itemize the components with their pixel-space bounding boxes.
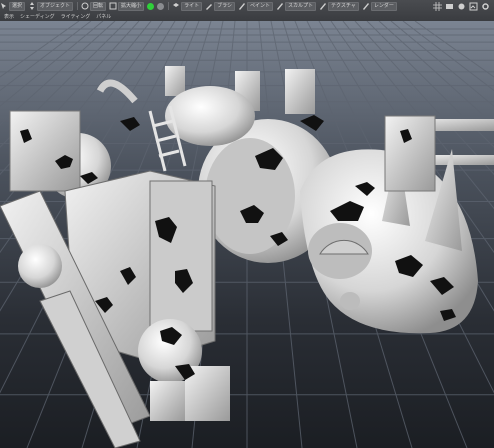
menu-panels-label: パネル [96, 13, 112, 20]
tool-rotate-label: 回転 [90, 1, 107, 11]
menu-panels-button[interactable]: パネル [96, 12, 114, 21]
layer-icon [173, 3, 180, 7]
settings-icon[interactable] [481, 2, 490, 11]
main-toolbar: 選択 オブジェクト 回転 拡大縮小 ライト ブラシ ペイント スカルプト テクス… [0, 0, 494, 22]
toolbar-divider [168, 2, 170, 10]
render-icon[interactable] [469, 2, 478, 11]
tool-render-button[interactable]: レンダー [362, 1, 397, 11]
status-indicator-icon[interactable] [157, 2, 165, 10]
scale-tool-icon [109, 2, 117, 10]
brush-icon [206, 4, 213, 10]
menu-shading-button[interactable]: シェーディング [20, 12, 58, 21]
rotate-tool-icon [81, 2, 89, 10]
toolbar-divider [77, 2, 79, 10]
tool-sculpt-label: スカルプト [285, 1, 317, 11]
menu-view-label: 表示 [4, 13, 15, 20]
tool-render-label: レンダー [370, 1, 397, 11]
tool-move-label: オブジェクト [37, 1, 74, 11]
select-tool-icon [1, 3, 6, 9]
menu-view-button[interactable]: 表示 [4, 12, 17, 21]
pen-icon [320, 3, 327, 10]
tool-brush-button[interactable]: ブラシ [205, 1, 235, 11]
toolbar-row-1: 選択 オブジェクト 回転 拡大縮小 ライト ブラシ ペイント スカルプト テクス… [0, 1, 494, 11]
tool-select-button[interactable]: 選択 [0, 1, 26, 11]
tool-select-label: 選択 [9, 1, 26, 11]
tool-scale-label: 拡大縮小 [118, 1, 145, 11]
tool-brush-label: ブラシ [214, 1, 235, 11]
move-tool-icon [30, 2, 35, 10]
toolbar-row-2: 表示 シェーディング ライティング パネル [0, 11, 494, 21]
pen-icon [238, 3, 245, 10]
menu-shading-label: シェーディング [20, 13, 55, 20]
light-icon[interactable] [457, 2, 466, 11]
tool-sculpt-button[interactable]: スカルプト [276, 1, 317, 11]
viewport-canvas[interactable] [0, 21, 494, 448]
tool-paint-label: ペイント [246, 1, 273, 11]
menu-lighting-button[interactable]: ライティング [61, 12, 94, 21]
tool-texture-label: テクスチャ [328, 1, 359, 11]
tool-scale-button[interactable]: 拡大縮小 [109, 1, 145, 11]
tool-texture-button[interactable]: テクスチャ [319, 1, 359, 11]
tool-move-button[interactable]: オブジェクト [28, 1, 74, 11]
tool-light-button[interactable]: ライト [172, 1, 203, 11]
tool-rotate-button[interactable]: 回転 [81, 1, 107, 11]
menu-lighting-label: ライティング [60, 13, 91, 20]
pen-icon [362, 3, 369, 10]
camera-icon[interactable] [445, 2, 454, 11]
tool-light-label: ライト [181, 1, 203, 11]
grid-icon[interactable] [433, 1, 442, 11]
tool-paint-button[interactable]: ペイント [238, 1, 273, 11]
3d-viewport[interactable] [0, 21, 494, 448]
record-icon[interactable] [147, 2, 155, 10]
pen-icon [277, 3, 283, 10]
